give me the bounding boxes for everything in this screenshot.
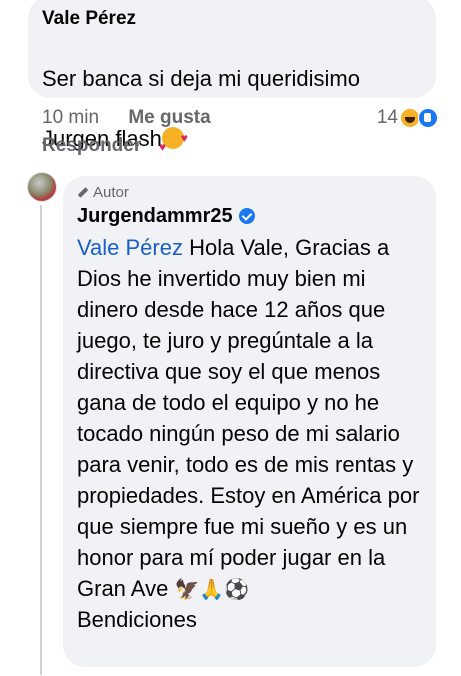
like-button[interactable]: Me gusta xyxy=(128,107,210,128)
folded-hands-icon: 🙏 xyxy=(199,579,225,601)
thread-line xyxy=(40,205,42,675)
reply-text: Vale Pérez Hola Vale, Gracias a Dios he … xyxy=(77,232,422,635)
comment-actions: 10 min Me gusta Responder 14 xyxy=(42,107,438,157)
comment-bubble: Vale Pérez Ser banca si deja mi queridis… xyxy=(28,0,436,162)
reply-body: Hola Vale, Gracias a Dios he invertido m… xyxy=(77,235,420,601)
haha-icon xyxy=(400,108,420,128)
comment-text-line1: Ser banca si deja mi queridisimo xyxy=(42,66,360,91)
reply-closing: Bendiciones xyxy=(77,607,197,632)
reply-bubble: Autor Jurgendammr25 Vale Pérez Hola Vale… xyxy=(63,176,436,667)
eagle-icon: 🦅 xyxy=(174,579,200,601)
mention-link[interactable]: Vale Pérez xyxy=(77,235,183,260)
verified-icon xyxy=(238,208,255,224)
reply-button[interactable]: Responder xyxy=(42,135,438,157)
comment-time[interactable]: 10 min xyxy=(42,107,99,128)
pencil-icon xyxy=(77,187,89,199)
avatar[interactable] xyxy=(27,172,57,202)
author-badge: Autor xyxy=(77,184,422,202)
reply-author-row: Jurgendammr25 xyxy=(77,204,422,228)
comment-author[interactable]: Vale Pérez xyxy=(42,8,422,30)
like-icon xyxy=(418,108,438,128)
author-badge-label: Autor xyxy=(93,184,129,201)
reply-author[interactable]: Jurgendammr25 xyxy=(77,204,233,228)
soccer-ball-icon: ⚽ xyxy=(224,579,250,601)
reactions-summary[interactable]: 14 xyxy=(377,107,438,129)
reaction-count: 14 xyxy=(376,107,398,128)
